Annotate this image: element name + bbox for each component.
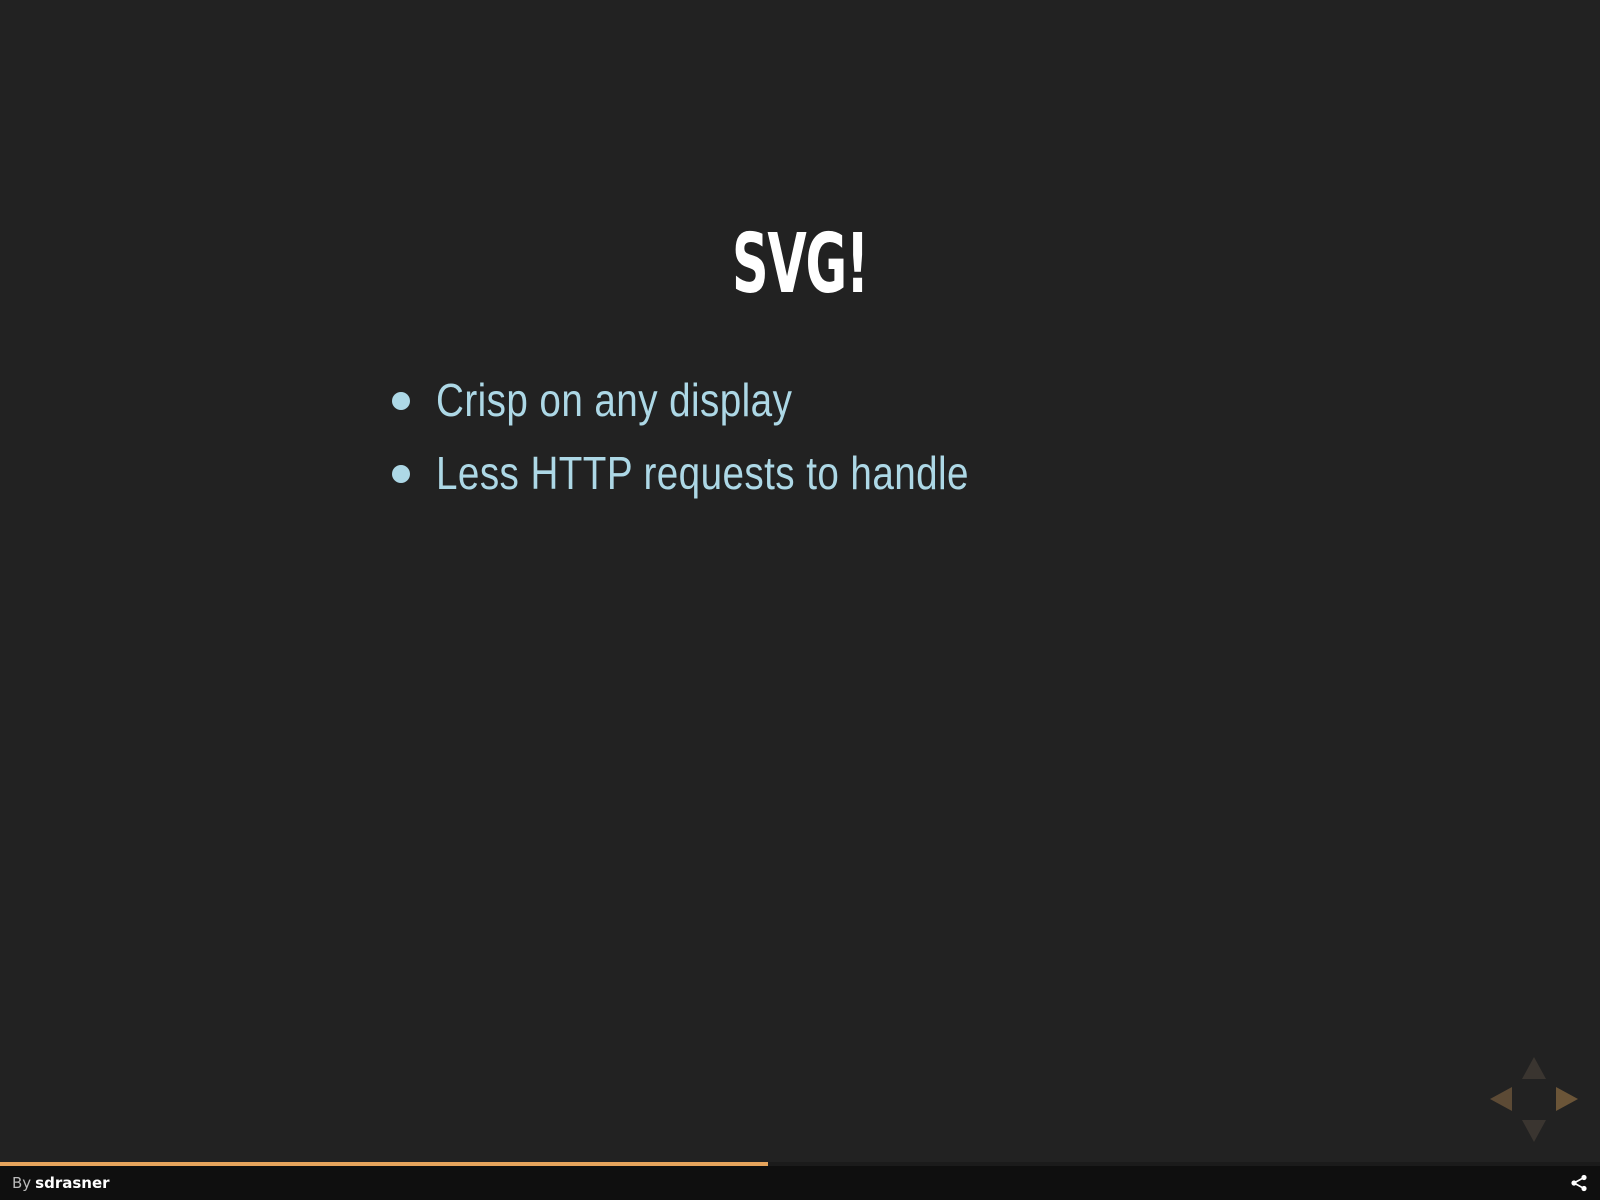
bullet-dot-icon [392,391,410,410]
triangle-up-icon[interactable] [1522,1057,1546,1079]
triangle-down-icon[interactable] [1522,1120,1546,1142]
bullet-text: Crisp on any display [436,374,793,426]
triangle-left-icon[interactable] [1490,1087,1512,1111]
share-icon[interactable] [1570,1174,1588,1192]
byline-prefix: By [12,1174,32,1192]
byline: By sdrasner [12,1174,110,1192]
triangle-right-icon[interactable] [1556,1087,1578,1111]
bullet-text: Less HTTP requests to handle [436,447,969,499]
bullet-list: Crisp on any display Less HTTP requests … [392,364,1070,510]
navigation-controls [1490,1057,1578,1143]
bullet-item: Crisp on any display [392,364,1070,437]
bullet-dot-icon [392,464,410,483]
deck-footer: By sdrasner [0,1166,1600,1200]
author-link[interactable]: sdrasner [35,1174,109,1192]
current-slide: SVG! Crisp on any display Less HTTP requ… [0,0,1600,1162]
bullet-item: Less HTTP requests to handle [392,437,1070,510]
slide-title: SVG! [732,217,869,312]
presentation-stage: SVG! Crisp on any display Less HTTP requ… [0,0,1600,1200]
